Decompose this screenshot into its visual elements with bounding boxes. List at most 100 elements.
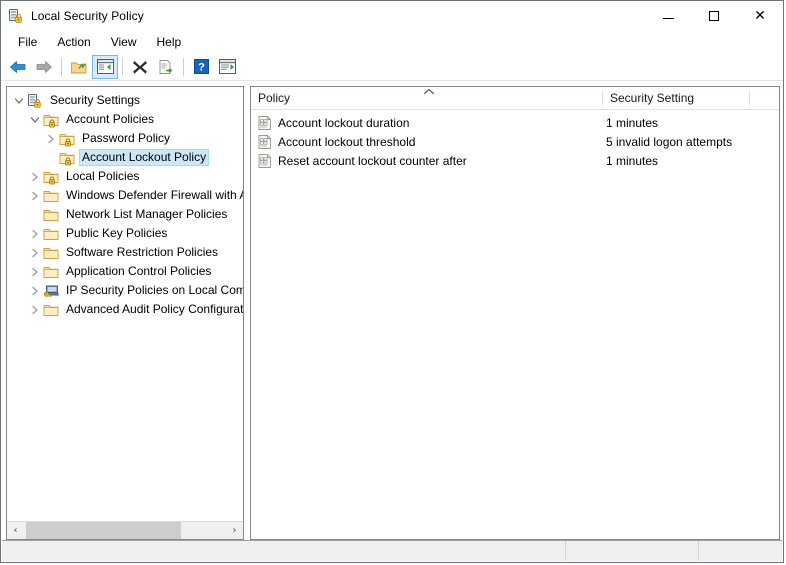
- tree-item[interactable]: IP Security Policies on Local Compute: [7, 281, 243, 300]
- console-tree-scroll-area[interactable]: Security Settings Account Policies Passw…: [7, 87, 243, 521]
- tree-item[interactable]: Security Settings: [7, 91, 243, 110]
- back-button[interactable]: [5, 55, 31, 79]
- scroll-track[interactable]: [24, 522, 226, 539]
- tree-item-label: Local Policies: [66, 169, 140, 183]
- menu-bar: File Action View Help: [1, 31, 783, 53]
- folder-icon: [43, 302, 59, 318]
- twisty-placeholder: [27, 207, 43, 223]
- tree-item[interactable]: Account Lockout Policy: [7, 148, 243, 167]
- up-one-level-button[interactable]: [66, 55, 92, 79]
- action-pane-icon: [218, 59, 236, 74]
- policy-rows: Account lockout duration 1 minutes Accoun…: [251, 110, 779, 170]
- tree-horizontal-scrollbar[interactable]: ‹ ›: [7, 521, 243, 539]
- chevron-right-icon[interactable]: [27, 188, 43, 204]
- console-tree-pane: Security Settings Account Policies Passw…: [6, 86, 244, 540]
- policy-setting-icon: [257, 115, 273, 131]
- chevron-right-icon[interactable]: [27, 245, 43, 261]
- delete-x-icon: [133, 60, 147, 74]
- help-button[interactable]: ?: [188, 55, 214, 79]
- policy-row[interactable]: Reset account lockout counter after 1 min…: [251, 151, 779, 170]
- tree-item[interactable]: Local Policies: [7, 167, 243, 186]
- locked-folder-icon: [43, 169, 59, 185]
- status-cell-third: [699, 541, 782, 561]
- tree-item[interactable]: Password Policy: [7, 129, 243, 148]
- show-hide-console-tree-button[interactable]: [92, 54, 118, 79]
- locked-folder-icon: [59, 150, 75, 166]
- tree-item[interactable]: Windows Defender Firewall with Adva: [7, 186, 243, 205]
- column-security-setting-label: Security Setting: [610, 91, 695, 105]
- forward-arrow-icon: [36, 60, 52, 73]
- scroll-right-arrow[interactable]: ›: [226, 522, 243, 539]
- policy-security-setting: 5 invalid logon attempts: [606, 134, 733, 149]
- export-list-button[interactable]: [153, 55, 179, 79]
- ip-security-icon: [43, 283, 59, 299]
- caption-button-group: ✕: [645, 1, 783, 31]
- chevron-down-icon: [30, 116, 40, 123]
- column-policy[interactable]: Policy: [251, 87, 602, 109]
- question-mark-icon: ?: [193, 59, 209, 74]
- back-arrow-icon: [10, 60, 26, 73]
- tree-item[interactable]: Advanced Audit Policy Configuration: [7, 300, 243, 319]
- toolbar-separator: [61, 57, 62, 76]
- menu-action[interactable]: Action: [47, 33, 100, 52]
- local-security-policy-window: Local Security Policy ✕ File Action View…: [0, 0, 784, 563]
- chevron-right-icon: [32, 229, 38, 238]
- tree-item[interactable]: Software Restriction Policies: [7, 243, 243, 262]
- chevron-right-icon: [32, 172, 38, 181]
- export-list-icon: [159, 59, 173, 74]
- title-bar[interactable]: Local Security Policy ✕: [1, 1, 783, 31]
- tree-item-label: Public Key Policies: [66, 226, 168, 240]
- chevron-right-icon: [32, 286, 38, 295]
- menu-help[interactable]: Help: [147, 33, 192, 52]
- chevron-right-icon: [32, 305, 38, 314]
- policy-name: Reset account lockout counter after: [278, 153, 467, 168]
- tree-item-label: IP Security Policies on Local Compute: [66, 283, 243, 297]
- maximize-button[interactable]: [691, 1, 737, 31]
- chevron-right-icon[interactable]: [27, 283, 43, 299]
- forward-button[interactable]: [31, 55, 57, 79]
- chevron-down-icon[interactable]: [27, 112, 43, 128]
- chevron-right-icon: [48, 134, 54, 143]
- twisty-placeholder: [43, 150, 59, 166]
- security-policy-icon: [8, 8, 24, 24]
- chevron-right-icon[interactable]: [43, 131, 59, 147]
- folder-icon: [43, 207, 59, 223]
- column-divider[interactable]: [749, 90, 750, 106]
- show-action-pane-button[interactable]: [214, 55, 240, 79]
- chevron-right-icon[interactable]: [27, 302, 43, 318]
- tree-item-label: Network List Manager Policies: [66, 207, 228, 221]
- tree-item[interactable]: Public Key Policies: [7, 224, 243, 243]
- tree-item-label: Account Lockout Policy: [79, 149, 210, 166]
- console-tree-icon: [96, 59, 114, 74]
- status-bar: [2, 540, 782, 561]
- chevron-right-icon[interactable]: [27, 169, 43, 185]
- tree-item[interactable]: Account Policies: [7, 110, 243, 129]
- column-security-setting[interactable]: Security Setting: [603, 87, 749, 109]
- menu-file[interactable]: File: [8, 33, 47, 52]
- console-tree: Security Settings Account Policies Passw…: [7, 87, 243, 319]
- column-policy-label: Policy: [258, 91, 291, 105]
- tree-item-label: Password Policy: [82, 131, 171, 145]
- tree-item[interactable]: Network List Manager Policies: [7, 205, 243, 224]
- tree-item[interactable]: Application Control Policies: [7, 262, 243, 281]
- policy-setting-icon: [257, 153, 273, 169]
- policy-row[interactable]: Account lockout duration 1 minutes: [251, 113, 779, 132]
- security-settings-icon: [27, 93, 43, 109]
- scroll-left-arrow[interactable]: ‹: [7, 522, 24, 539]
- chevron-down-icon[interactable]: [11, 93, 27, 109]
- menu-view[interactable]: View: [101, 33, 147, 52]
- policy-row[interactable]: Account lockout threshold 5 invalid logon…: [251, 132, 779, 151]
- tree-item-label: Application Control Policies: [66, 264, 212, 278]
- chevron-right-icon[interactable]: [27, 264, 43, 280]
- folder-icon: [43, 226, 59, 242]
- delete-button[interactable]: [127, 55, 153, 79]
- chevron-right-icon: [32, 267, 38, 276]
- scroll-thumb[interactable]: [26, 522, 181, 539]
- toolbar: ?: [1, 53, 783, 81]
- chevron-right-icon[interactable]: [27, 226, 43, 242]
- close-button[interactable]: ✕: [737, 1, 783, 31]
- minimize-button[interactable]: [645, 1, 691, 31]
- status-cell-second: [566, 541, 699, 561]
- folder-up-icon: [71, 62, 87, 73]
- locked-folder-icon: [59, 131, 75, 147]
